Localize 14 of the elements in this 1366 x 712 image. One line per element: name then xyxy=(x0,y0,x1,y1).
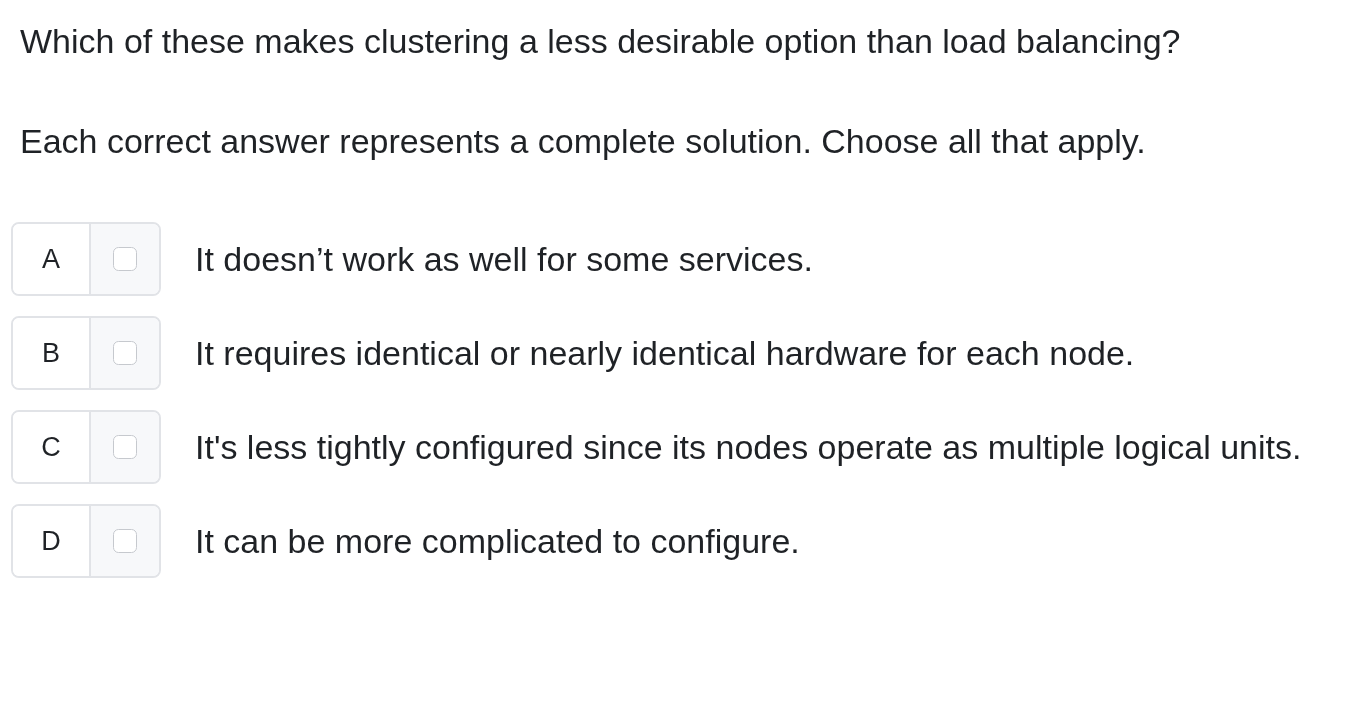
checkbox[interactable] xyxy=(113,529,137,553)
option-text: It's less tightly configured since its nodes operate as multiple logical units. xyxy=(195,428,1302,466)
option-text: It can be more complicated to configure. xyxy=(195,522,800,560)
question-text: Which of these makes clustering a less desirable option than load balancing? xyxy=(20,22,1181,60)
checkbox[interactable] xyxy=(113,341,137,365)
instructions-text: Each correct answer represents a complete solution. Choose all that apply. xyxy=(20,122,1146,160)
option-letter: C xyxy=(13,412,91,482)
option-letter: A xyxy=(13,224,91,294)
option-letter: B xyxy=(13,318,91,388)
checkbox[interactable] xyxy=(113,435,137,459)
checkbox[interactable] xyxy=(113,247,137,271)
option-text: It doesn’t work as well for some services. xyxy=(195,240,813,278)
option-letter: D xyxy=(13,506,91,576)
option-text: It requires identical or nearly identical hardware for each node. xyxy=(195,334,1135,372)
